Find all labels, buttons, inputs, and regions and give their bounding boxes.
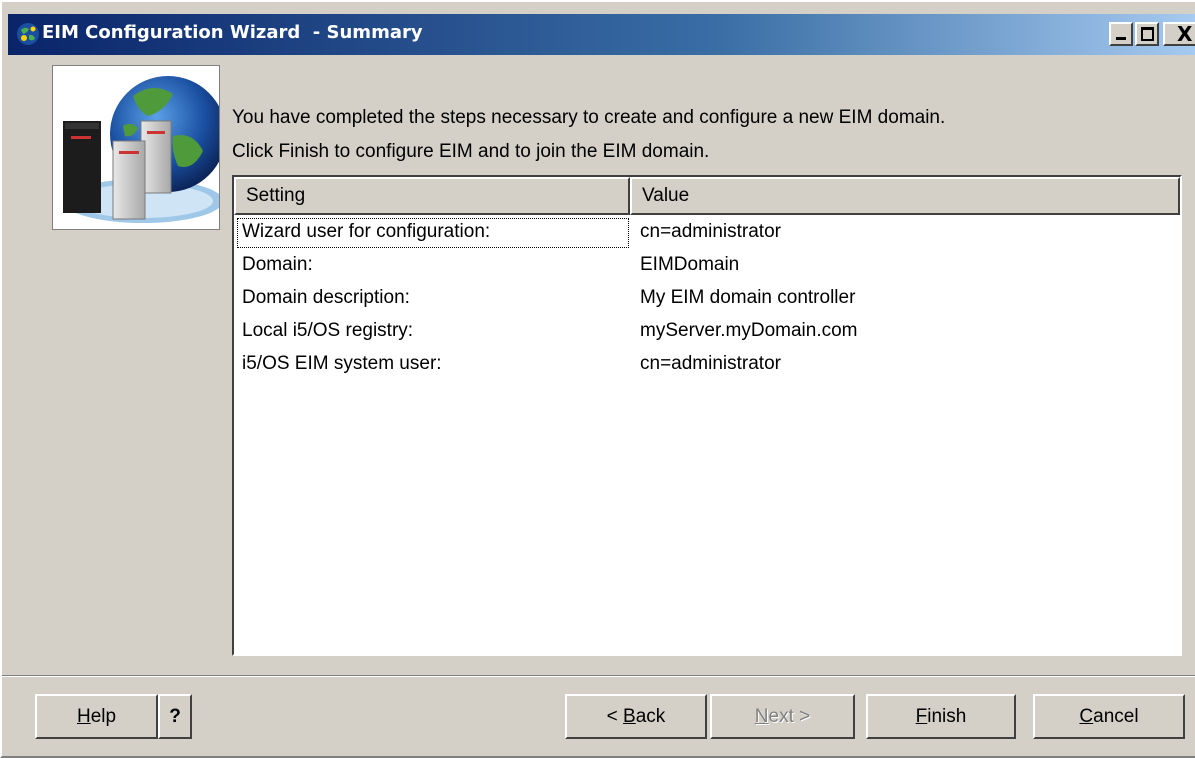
next-label-rest: ext > bbox=[768, 705, 811, 727]
setting-cell: Wizard user for configuration: bbox=[237, 218, 629, 248]
setting-cell: Domain: bbox=[242, 254, 313, 275]
back-button[interactable]: < Back bbox=[565, 694, 707, 739]
table-row[interactable]: Wizard user for configuration: cn=admini… bbox=[234, 217, 1180, 250]
finish-button[interactable]: Finish bbox=[866, 694, 1016, 739]
help-label-rest: elp bbox=[90, 705, 117, 727]
help-mnemonic: H bbox=[76, 705, 91, 727]
value-cell: My EIM domain controller bbox=[640, 287, 856, 308]
setting-cell: Local i5/OS registry: bbox=[242, 320, 414, 341]
setting-cell: Domain description: bbox=[242, 287, 410, 308]
minimize-button[interactable] bbox=[1109, 22, 1133, 46]
column-header-setting[interactable]: Setting bbox=[234, 177, 630, 215]
title-bar[interactable]: EIM Configuration Wizard - Summary X bbox=[8, 14, 1195, 55]
context-help-button[interactable]: ? bbox=[158, 694, 192, 739]
intro-text: You have completed the steps necessary t… bbox=[232, 101, 945, 169]
finish-mnemonic: F bbox=[915, 705, 928, 727]
wizard-window: EIM Configuration Wizard - Summary X You… bbox=[0, 0, 1195, 758]
value-cell: EIMDomain bbox=[640, 254, 740, 275]
summary-table[interactable]: Setting Value Wizard user for configurat… bbox=[232, 175, 1182, 656]
value-cell: myServer.myDomain.com bbox=[640, 320, 858, 341]
table-row[interactable]: Local i5/OS registry: myServer.myDomain.… bbox=[234, 316, 1180, 349]
window-title: EIM Configuration Wizard - Summary bbox=[42, 22, 423, 43]
table-header: Setting Value bbox=[234, 177, 1180, 215]
intro-line-2: Click Finish to configure EIM and to joi… bbox=[232, 141, 710, 162]
finish-label-rest: inish bbox=[927, 705, 967, 727]
next-button[interactable]: Next > bbox=[710, 694, 855, 739]
table-row[interactable]: i5/OS EIM system user: cn=administrator bbox=[234, 349, 1180, 382]
table-body: Wizard user for configuration: cn=admini… bbox=[234, 217, 1180, 382]
value-cell: cn=administrator bbox=[640, 353, 781, 374]
question-icon: ? bbox=[169, 705, 181, 727]
back-prefix: < bbox=[606, 705, 624, 727]
close-icon: X bbox=[1177, 22, 1193, 46]
intro-line-1: You have completed the steps necessary t… bbox=[232, 107, 946, 128]
eim-app-icon bbox=[17, 23, 39, 45]
table-row[interactable]: Domain description: My EIM domain contro… bbox=[234, 283, 1180, 316]
column-header-value[interactable]: Value bbox=[630, 177, 1180, 215]
close-button[interactable]: X bbox=[1163, 22, 1195, 46]
setting-cell: i5/OS EIM system user: bbox=[242, 353, 442, 374]
globe-servers-illustration bbox=[53, 66, 219, 229]
back-mnemonic: B bbox=[623, 705, 636, 727]
back-label-rest: ack bbox=[635, 705, 666, 727]
value-cell: cn=administrator bbox=[640, 221, 781, 242]
cancel-button[interactable]: Cancel bbox=[1033, 694, 1185, 739]
maximize-button[interactable] bbox=[1135, 22, 1159, 46]
button-separator bbox=[2, 675, 1195, 677]
cancel-label-rest: ancel bbox=[1093, 705, 1139, 727]
next-mnemonic: N bbox=[754, 705, 769, 727]
wizard-graphic bbox=[52, 65, 220, 230]
help-button[interactable]: Help bbox=[35, 694, 158, 739]
table-row[interactable]: Domain: EIMDomain bbox=[234, 250, 1180, 283]
cancel-mnemonic: C bbox=[1079, 705, 1094, 727]
